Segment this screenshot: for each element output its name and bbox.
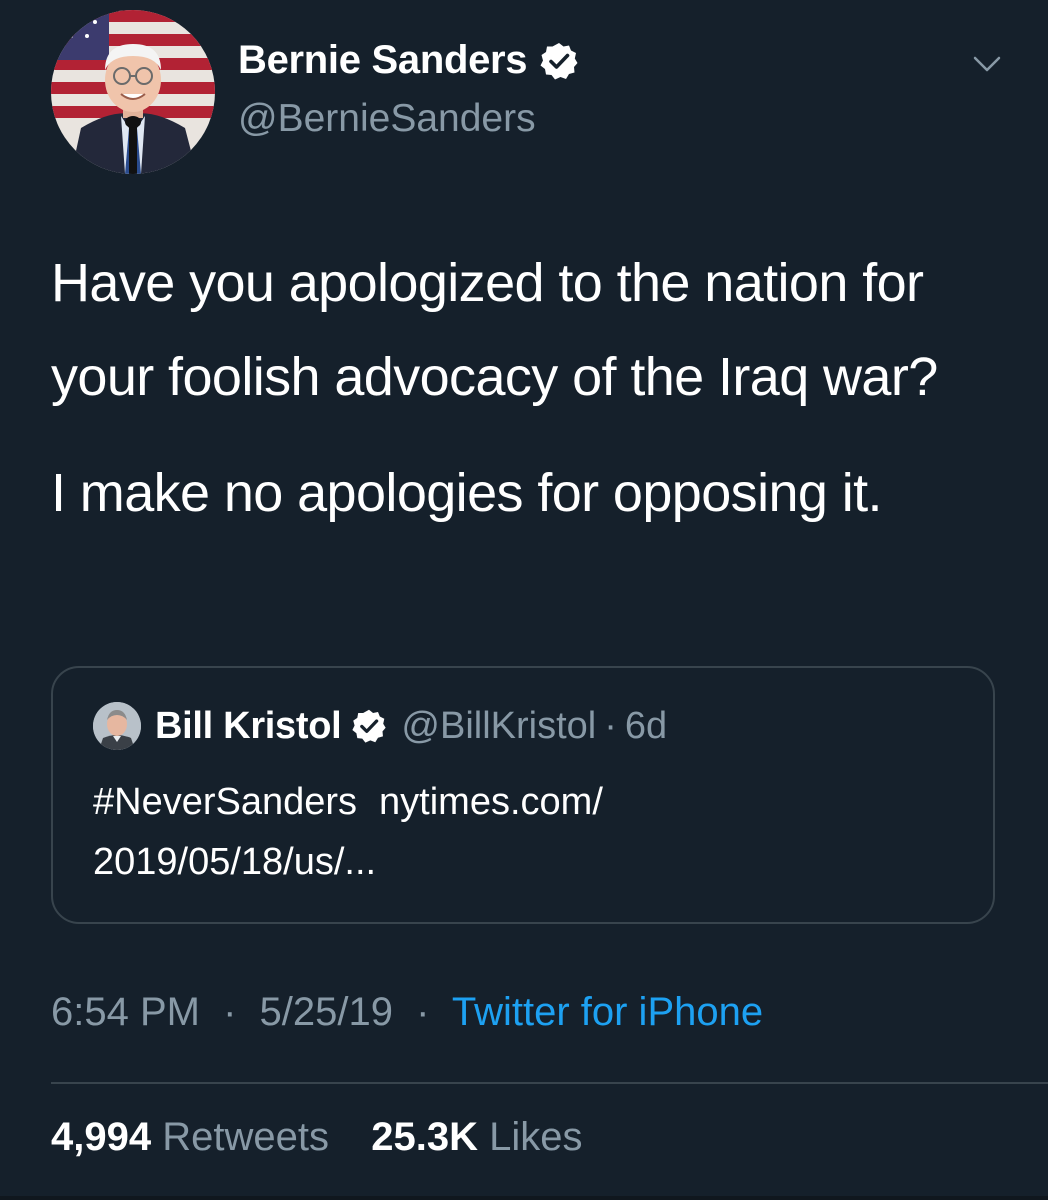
tweet-detail: Bernie Sanders @BernieSanders Have you a… [0,0,1048,1200]
verified-badge-icon [351,708,387,744]
tweet-text-paragraph: Have you apologized to the nation for yo… [51,253,938,407]
like-count: 25.3K [371,1115,478,1159]
tweet-text: Have you apologized to the nation for yo… [51,236,1011,540]
separator-dot: · [223,990,237,1034]
quoted-tweet-header: Bill Kristol @BillKristol · 6d [93,702,667,750]
quoted-hashtag[interactable]: #NeverSanders [93,781,357,823]
chevron-down-icon[interactable] [970,50,1004,78]
tweet-source-link[interactable]: Twitter for iPhone [452,990,763,1034]
tweet-meta: 6:54 PM · 5/25/19 · Twitter for iPhone [51,990,763,1035]
retweets-label: Retweets [162,1115,329,1159]
tweet-time[interactable]: 6:54 PM [51,990,200,1034]
author-avatar[interactable] [51,10,215,174]
quoted-tweet-text: #NeverSanders nytimes.com/ 2019/05/18/us/… [93,772,953,892]
quoted-author-avatar [93,702,141,750]
quoted-link-continuation[interactable]: 2019/05/18/us/... [93,841,376,883]
author-handle[interactable]: @BernieSanders [238,97,536,141]
likes-label: Likes [489,1115,583,1159]
tweet-date[interactable]: 5/25/19 [260,990,393,1034]
retweet-count: 4,994 [51,1115,152,1159]
tweet-stats: 4,994 Retweets 25.3K Likes [51,1115,583,1160]
quoted-tweet[interactable]: Bill Kristol @BillKristol · 6d #NeverSan… [51,666,995,924]
separator-dot: · [604,704,617,747]
retweets-stat[interactable]: 4,994 Retweets [51,1115,340,1159]
divider [51,1082,1048,1084]
verified-badge-icon [539,41,579,81]
separator-dot: · [416,990,430,1034]
author-name-row[interactable]: Bernie Sanders [238,38,579,83]
author-name[interactable]: Bernie Sanders [238,38,528,83]
divider [0,1196,1048,1200]
quoted-tweet-time: 6d [624,704,668,747]
likes-stat[interactable]: 25.3K Likes [360,1115,582,1159]
tweet-text-paragraph: I make no apologies for opposing it. [51,463,883,523]
quoted-author-handle[interactable]: @BillKristol [401,705,596,748]
quoted-link[interactable]: nytimes.com/ [379,781,603,823]
quoted-author-name[interactable]: Bill Kristol [155,705,342,748]
